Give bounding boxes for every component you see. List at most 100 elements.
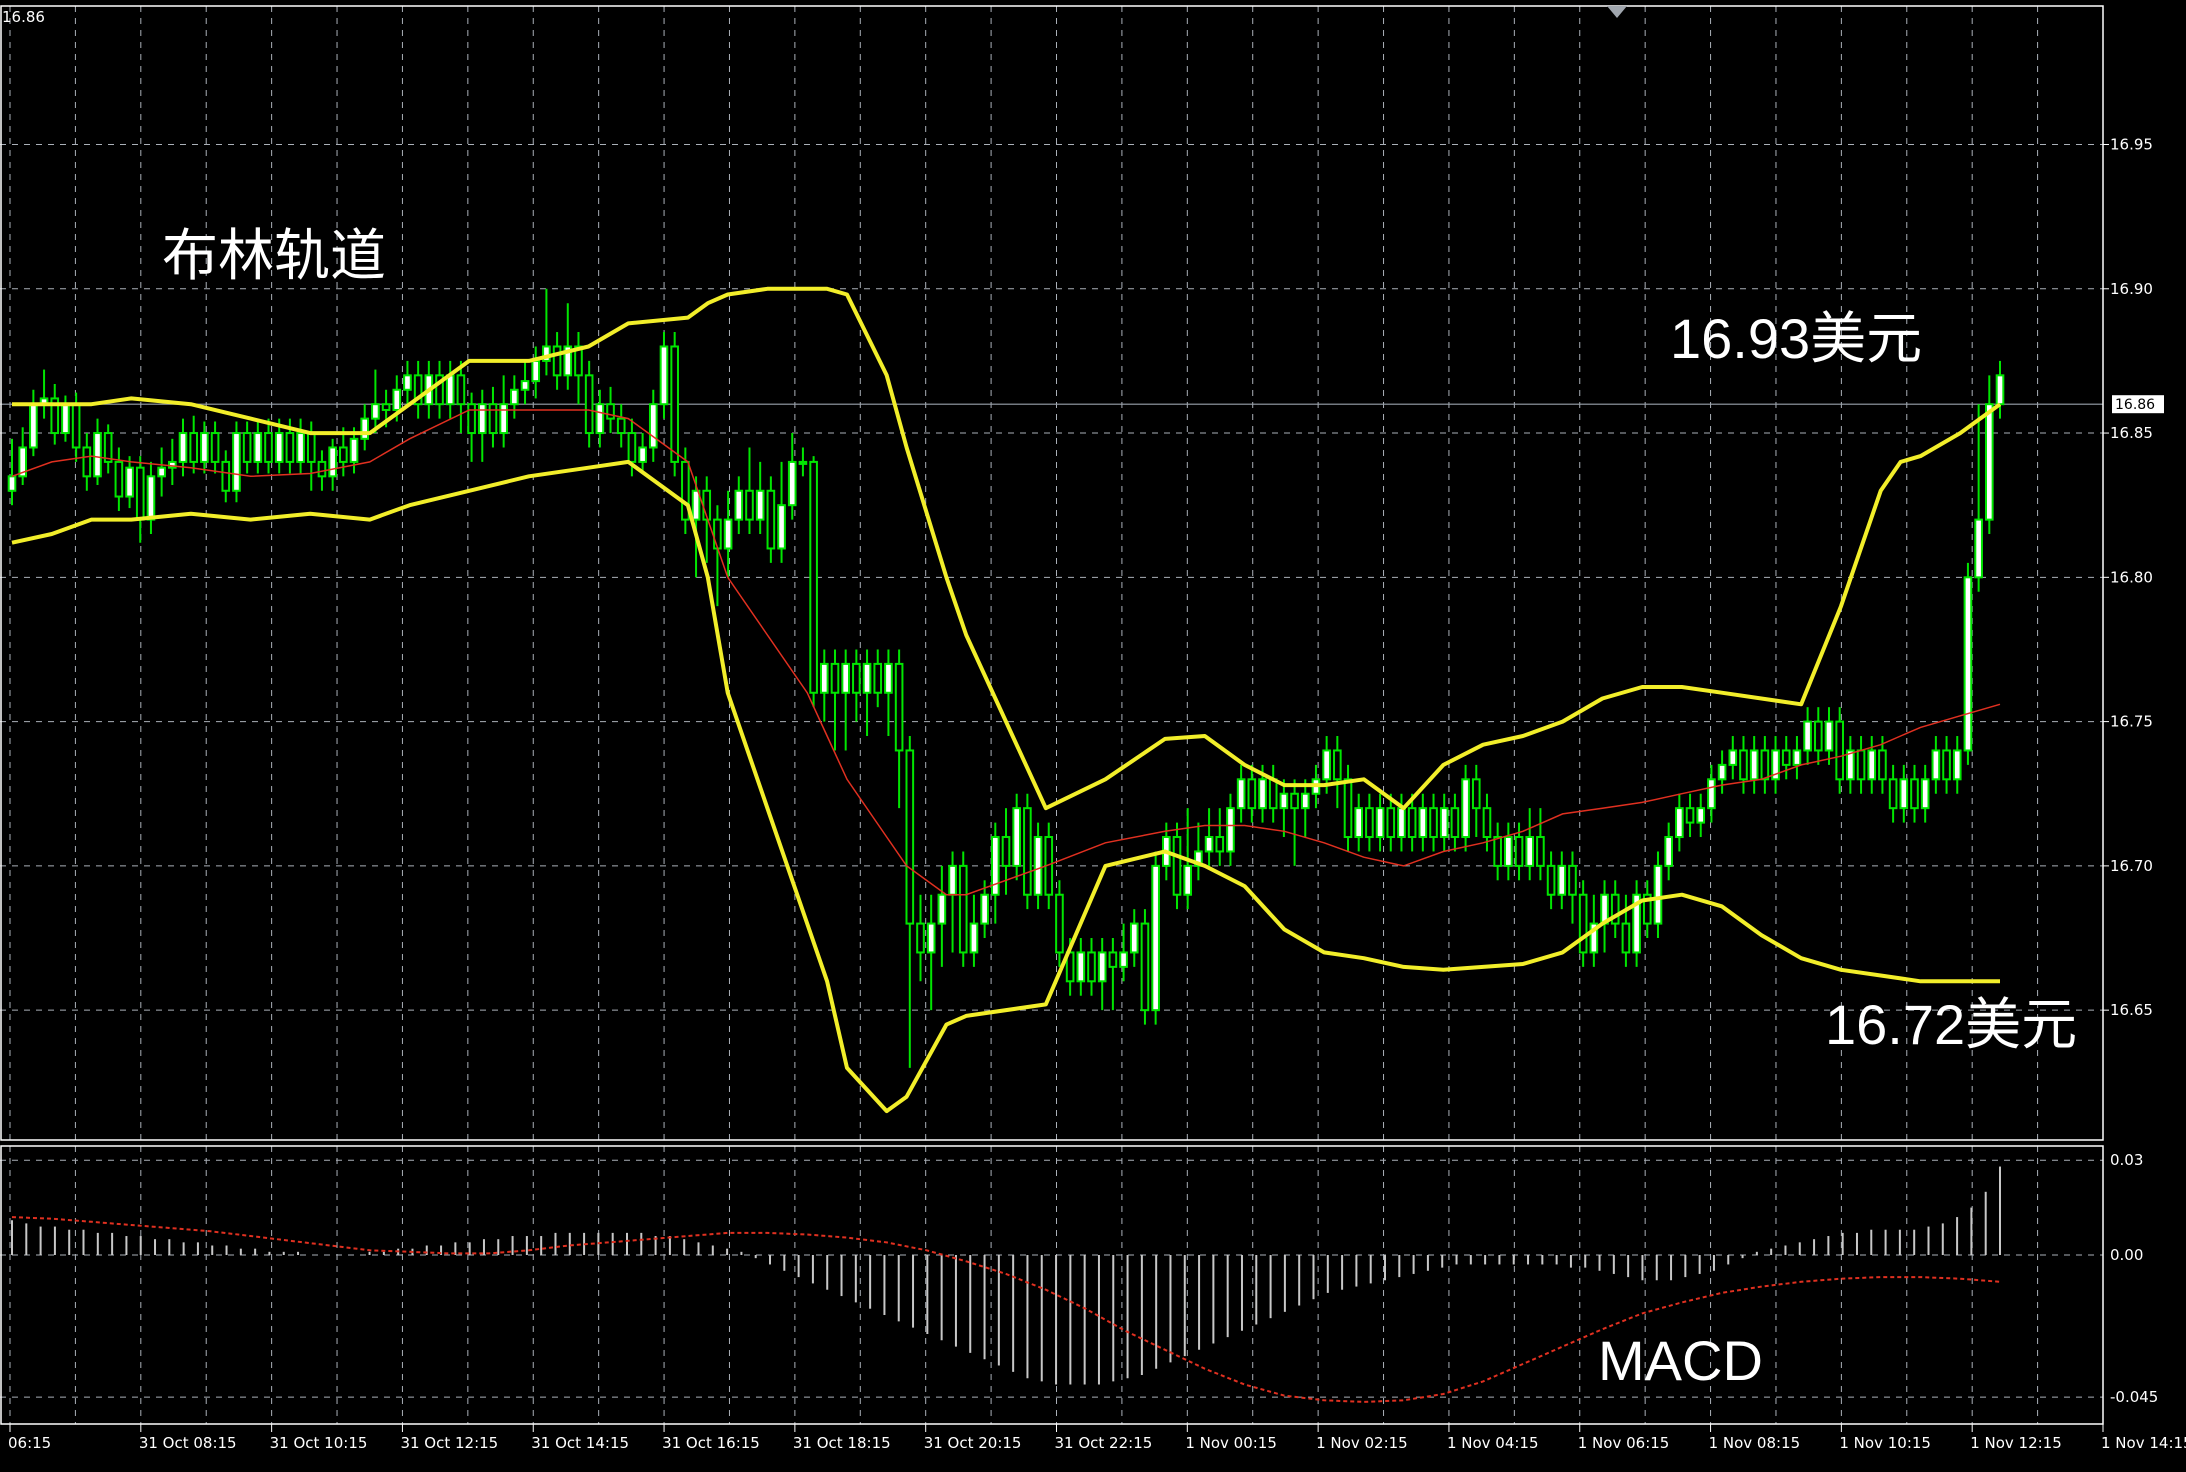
candle-body-up [1119, 951, 1128, 968]
candle-body-down [1813, 720, 1823, 752]
candle-body-up [948, 864, 957, 896]
candle-body-up [1707, 778, 1716, 810]
candle-body-up [360, 417, 370, 440]
candle-body-up [595, 403, 605, 435]
candle-body-down [317, 460, 327, 478]
candle-body-up [1354, 807, 1364, 839]
candle-body-down [873, 662, 883, 694]
candle-body-up [990, 836, 1000, 896]
candle-body-down [1386, 807, 1396, 839]
candle-body-up [980, 893, 989, 925]
time-axis-label: 1 Nov 00:15 [1185, 1434, 1277, 1452]
candle-body-down [488, 403, 498, 435]
candle-body-down [1888, 778, 1898, 810]
time-axis-label: 31 Oct 22:15 [1055, 1434, 1153, 1452]
candle-body-down [552, 345, 562, 377]
candle-body-up [1728, 749, 1738, 766]
candle-body-up [1461, 778, 1470, 839]
candle-body-up [1097, 951, 1107, 983]
candle-body-up [1749, 749, 1759, 781]
candle-body-down [221, 460, 231, 492]
time-axis-label: 1 Nov 10:15 [1839, 1434, 1931, 1452]
candle-body-up [1653, 864, 1663, 925]
price-axis-label: 16.90 [2110, 280, 2153, 298]
time-axis-label: 31 Oct 10:15 [270, 1434, 368, 1452]
candle-body-up [1525, 836, 1535, 867]
indicator-title: 布林轨道 [162, 224, 386, 287]
candle-body-down [1450, 807, 1460, 839]
candle-body-down [670, 345, 679, 463]
price-chart[interactable]: 16.95 16.90 16.85 16.80 16.75 16.70 16.65 0.03 0… [0, 0, 2186, 1472]
candle-body-up [1375, 807, 1385, 839]
candle-body-up [531, 359, 541, 383]
macd-axis-label: 0.03 [2110, 1151, 2143, 1169]
candle-body-down [242, 432, 252, 463]
macd-axis-label: 0.00 [2110, 1246, 2143, 1264]
price-axis-label: 16.80 [2110, 568, 2153, 586]
candle-body-up [1183, 864, 1193, 896]
candle-body-up [157, 466, 166, 478]
candle-body-down [306, 432, 316, 463]
candle-body-down [114, 460, 124, 498]
candle-body-up [819, 662, 829, 694]
time-axis-label: 1 Nov 08:15 [1709, 1434, 1801, 1452]
candle-body-down [1942, 749, 1951, 781]
candle-body-up [1717, 763, 1727, 781]
candle-body-up [61, 403, 70, 435]
candle-body-up [371, 403, 380, 420]
candle-body-down [766, 489, 776, 550]
time-axis-label: 06:15 [8, 1434, 51, 1452]
candle-body-down [1760, 749, 1770, 781]
candle-body-down [1514, 836, 1524, 867]
candle-body-up [232, 432, 241, 492]
candle-body-down [1536, 836, 1545, 867]
candle-body-down [852, 662, 861, 694]
time-axis-label: 31 Oct 12:15 [400, 1434, 498, 1452]
candle-body-down [1108, 951, 1118, 968]
candle-body-down [1087, 951, 1096, 983]
time-axis-label: 31 Oct 14:15 [531, 1434, 629, 1452]
current-price-marker: 16.86 [2112, 395, 2164, 414]
candle-body-up [1151, 864, 1160, 1012]
candle-body-down [1140, 922, 1150, 1012]
candle-body-down [1268, 778, 1278, 810]
candle-body-down [264, 432, 273, 463]
candle-body-up [1322, 749, 1331, 781]
candle-body-down [1878, 749, 1887, 781]
candle-body-up [1952, 749, 1962, 781]
candle-body-down [1685, 807, 1695, 824]
candle-body-up [1974, 518, 1983, 579]
candle-body-up [884, 662, 893, 694]
candle-body-up [1439, 807, 1449, 839]
candle-body-up [1824, 720, 1834, 752]
candle-body-up [1236, 778, 1246, 810]
candle-body-down [1471, 778, 1481, 810]
candle-body-down [1343, 778, 1353, 839]
time-axis-label: 31 Oct 18:15 [793, 1434, 891, 1452]
candle-body-up [734, 489, 744, 521]
candle-body-down [285, 432, 295, 463]
candle-body-up [477, 403, 487, 435]
candle-body-down [381, 403, 391, 411]
candle-body-down [1568, 864, 1577, 896]
candle-body-up [1129, 922, 1139, 954]
candle-body-up [1279, 792, 1289, 810]
candle-body-down [1493, 836, 1502, 867]
candle-body-up [926, 922, 936, 954]
price-axis-label: 16.95 [2110, 136, 2153, 154]
candle-body-up [798, 460, 808, 465]
candle-body-down [606, 403, 615, 420]
candle-body-down [1055, 893, 1064, 954]
candle-body-up [296, 432, 305, 463]
candle-body-up [200, 432, 209, 463]
candle-body-down [339, 446, 348, 463]
candle-body-up [392, 388, 402, 411]
macd-axis-label: -0.045 [2110, 1388, 2158, 1406]
candle-body-down [467, 403, 476, 435]
candle-body-down [1578, 893, 1588, 954]
price-axis-label: 16.65 [2110, 1001, 2153, 1019]
candle-body-down [1739, 749, 1748, 781]
time-axis-label: 1 Nov 02:15 [1316, 1434, 1408, 1452]
candle-body-down [905, 749, 915, 925]
candle-body-down [71, 403, 81, 449]
